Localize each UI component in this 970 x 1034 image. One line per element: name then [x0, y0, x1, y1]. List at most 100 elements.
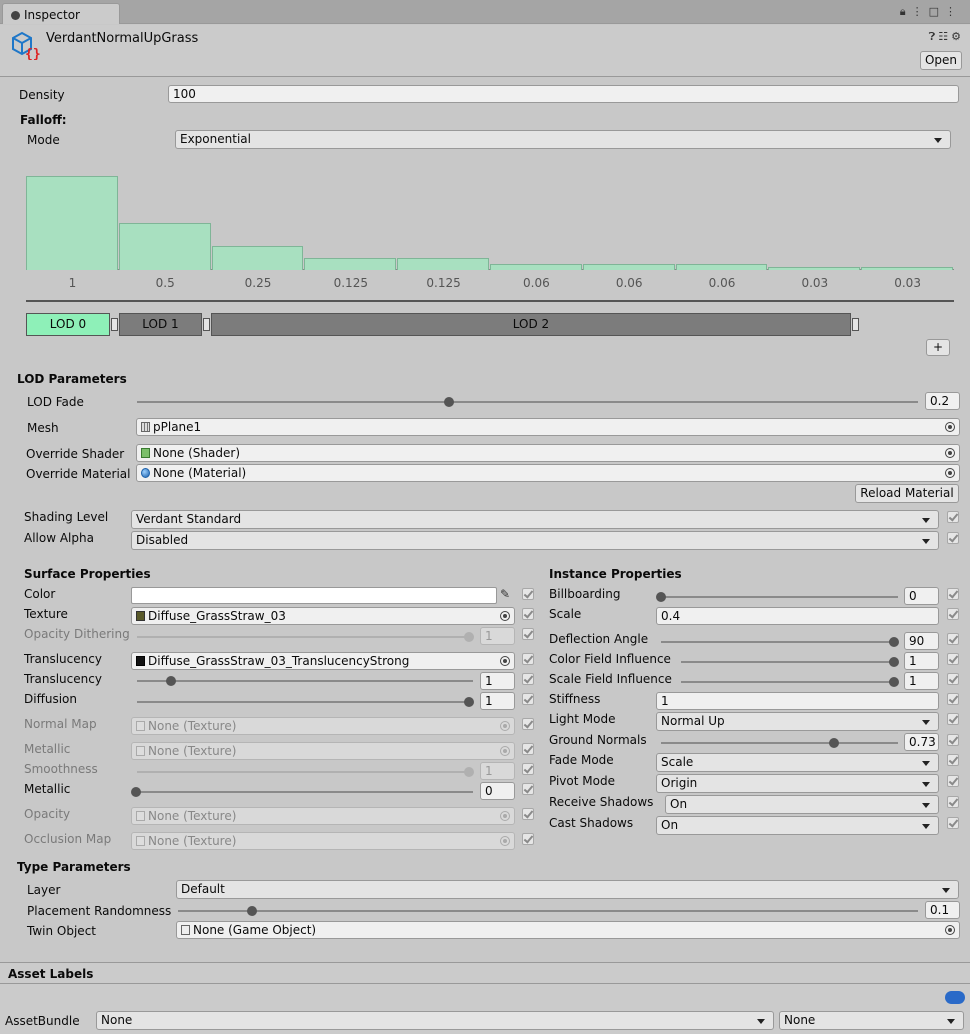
scale-checkbox[interactable]	[947, 608, 959, 620]
billboarding-slider-track[interactable]	[661, 596, 898, 598]
shading-level-checkbox[interactable]	[947, 511, 959, 523]
lod-fade-slider-thumb[interactable]	[444, 397, 455, 407]
more-options-icon[interactable]: ⋮	[945, 5, 962, 18]
translucency-slider-track[interactable]	[137, 680, 473, 682]
placement-randomness-input[interactable]: 0.1	[925, 901, 960, 919]
eyedropper-icon[interactable]: ✎	[500, 587, 514, 603]
pivot-mode-dropdown[interactable]: Origin	[656, 774, 939, 793]
mesh-field[interactable]: pPlane1	[136, 418, 960, 436]
color-field-influence-slider-track[interactable]	[681, 661, 898, 663]
billboarding-slider-thumb[interactable]	[656, 592, 666, 602]
presets-icon[interactable]: ☷	[938, 30, 951, 43]
ground-normals-checkbox[interactable]	[947, 734, 959, 746]
layer-dropdown[interactable]: Default	[176, 880, 959, 899]
diffusion-input[interactable]: 1	[480, 692, 515, 710]
lod-1-handle[interactable]	[203, 318, 210, 331]
allow-alpha-checkbox[interactable]	[947, 532, 959, 544]
lock-icon[interactable]: 🔒︎	[900, 5, 912, 18]
light-mode-checkbox[interactable]	[947, 713, 959, 725]
override-shader-field[interactable]: None (Shader)	[136, 444, 960, 462]
stiffness-checkbox[interactable]	[947, 693, 959, 705]
object-picker-icon[interactable]	[945, 925, 955, 935]
scale-field-influence-input[interactable]: 1	[904, 672, 939, 690]
color-swatch[interactable]	[131, 587, 497, 604]
lod-0-handle[interactable]	[111, 318, 118, 331]
object-picker-icon[interactable]	[500, 611, 510, 621]
metallic-slider-thumb[interactable]	[131, 787, 141, 797]
cast-shadows-checkbox[interactable]	[947, 817, 959, 829]
object-picker-icon[interactable]	[945, 468, 955, 478]
lod-divider	[26, 300, 954, 302]
assetbundle-variant-dropdown[interactable]: None	[779, 1011, 964, 1030]
object-picker-icon[interactable]	[500, 656, 510, 666]
ground-normals-input[interactable]: 0.73	[904, 733, 939, 751]
texture-field[interactable]: Diffuse_GrassStraw_03	[131, 607, 515, 625]
header-icons[interactable]: ❓︎☷⚙	[929, 30, 964, 44]
shading-level-dropdown[interactable]: Verdant Standard	[131, 510, 939, 529]
scale-field-influence-slider-track[interactable]	[681, 681, 898, 683]
metallic-input[interactable]: 0	[480, 782, 515, 800]
stiffness-input[interactable]: 1	[656, 692, 939, 710]
color-field-influence-slider-thumb[interactable]	[889, 657, 899, 667]
smoothness-input: 1	[480, 762, 515, 780]
reload-material-button[interactable]: Reload Material	[855, 484, 959, 503]
light-mode-dropdown[interactable]: Normal Up	[656, 712, 939, 731]
ground-normals-slider-thumb[interactable]	[829, 738, 839, 748]
lod-1[interactable]: LOD 1	[119, 313, 202, 336]
translucency-slider-thumb[interactable]	[165, 676, 176, 686]
placement-randomness-slider-track[interactable]	[178, 910, 918, 912]
fade-mode-dropdown[interactable]: Scale	[656, 753, 939, 772]
diffusion-checkbox[interactable]	[522, 693, 534, 705]
help-icon[interactable]: ❓︎	[929, 30, 939, 43]
gear-icon[interactable]: ⚙	[951, 30, 964, 43]
override-material-field[interactable]: None (Material)	[136, 464, 960, 482]
texture-checkbox[interactable]	[522, 608, 534, 620]
menu-dots-icon[interactable]: ⋮	[912, 5, 929, 18]
deflection-angle-slider-track[interactable]	[661, 641, 898, 643]
billboarding-checkbox[interactable]	[947, 588, 959, 600]
billboarding-input[interactable]: 0	[904, 587, 939, 605]
metallic-slider-track[interactable]	[137, 791, 473, 793]
color-checkbox[interactable]	[522, 588, 534, 600]
pivot-mode-checkbox[interactable]	[947, 775, 959, 787]
density-input[interactable]: 100	[168, 85, 959, 103]
fade-mode-checkbox[interactable]	[947, 754, 959, 766]
window-controls[interactable]: 🔒︎⋮□⋮	[900, 5, 962, 19]
diffusion-slider-thumb[interactable]	[464, 697, 474, 707]
scale-input[interactable]: 0.4	[656, 607, 939, 625]
translucency-input[interactable]: 1	[480, 672, 515, 690]
assetbundle-dropdown[interactable]: None	[96, 1011, 774, 1030]
allow-alpha-dropdown[interactable]: Disabled	[131, 531, 939, 550]
translucency-checkbox[interactable]	[522, 673, 534, 685]
twin-object-field[interactable]: None (Game Object)	[176, 921, 960, 939]
metallic-checkbox[interactable]	[522, 783, 534, 795]
lod-fade-input[interactable]: 0.2	[925, 392, 960, 410]
ground-normals-slider-track[interactable]	[661, 742, 898, 744]
scale-field-influence-checkbox[interactable]	[947, 673, 959, 685]
color-field-influence-checkbox[interactable]	[947, 653, 959, 665]
object-picker-icon[interactable]	[945, 422, 955, 432]
lod-2-handle[interactable]	[852, 318, 859, 331]
translucency-texture-field[interactable]: Diffuse_GrassStraw_03_TranslucencyStrong	[131, 652, 515, 670]
deflection-angle-slider-thumb[interactable]	[889, 637, 899, 647]
cast-shadows-dropdown[interactable]: On	[656, 816, 939, 835]
scale-field-influence-slider-thumb[interactable]	[889, 677, 899, 687]
label-tag-icon[interactable]	[945, 991, 965, 1004]
placement-randomness-slider-thumb[interactable]	[247, 906, 257, 916]
receive-shadows-dropdown[interactable]: On	[665, 795, 939, 814]
receive-shadows-checkbox[interactable]	[947, 796, 959, 808]
color-field-influence-input[interactable]: 1	[904, 652, 939, 670]
falloff-mode-dropdown[interactable]: Exponential	[175, 130, 951, 149]
deflection-angle-input[interactable]: 90	[904, 632, 939, 650]
lod-fade-slider-track[interactable]	[137, 401, 918, 403]
tab-inspector[interactable]: Inspector	[2, 3, 120, 24]
deflection-angle-checkbox[interactable]	[947, 633, 959, 645]
diffusion-slider-track[interactable]	[137, 701, 473, 703]
translucency-texture-checkbox[interactable]	[522, 653, 534, 665]
add-lod-button[interactable]: +	[926, 339, 950, 356]
maximize-icon[interactable]: □	[929, 5, 945, 18]
object-picker-icon[interactable]	[945, 448, 955, 458]
lod-2[interactable]: LOD 2	[211, 313, 851, 336]
open-button[interactable]: Open	[920, 51, 962, 70]
lod-0[interactable]: LOD 0	[26, 313, 110, 336]
